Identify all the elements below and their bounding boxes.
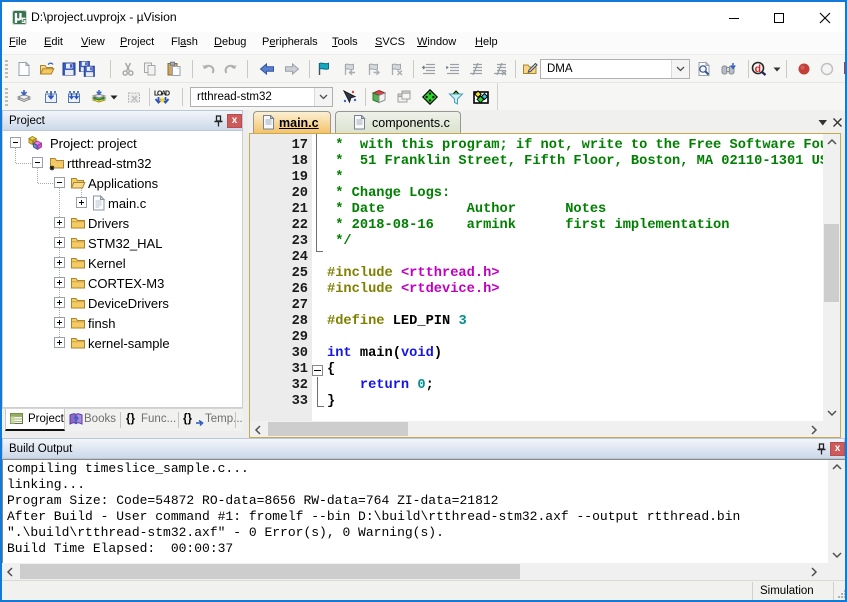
svg-text:LOAD: LOAD: [154, 91, 170, 98]
svg-text:d: d: [755, 63, 761, 75]
svg-text:?: ?: [74, 415, 80, 425]
